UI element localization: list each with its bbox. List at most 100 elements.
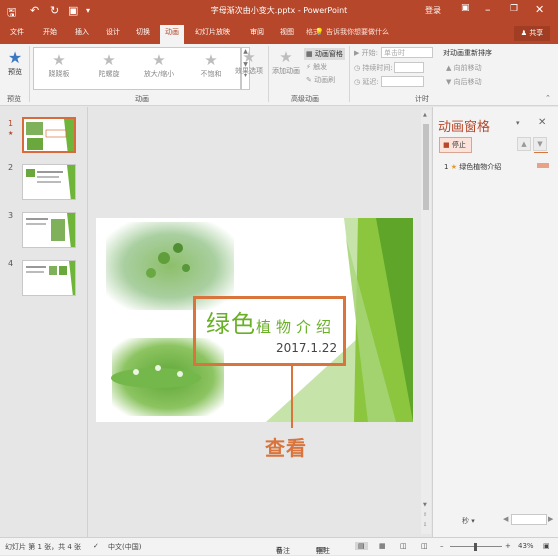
stop-icon: ■	[443, 141, 450, 149]
zoom-in-icon[interactable]: +	[505, 542, 511, 550]
painter-label: 动画刷	[314, 76, 336, 84]
collapse-ribbon-icon[interactable]: ⌃	[545, 94, 551, 102]
reading-view-icon[interactable]: ◫	[400, 542, 407, 550]
animation-pane-icon: ▦	[306, 50, 313, 58]
animation-grow-shrink[interactable]: ★ 放大/缩小	[137, 51, 181, 89]
tell-me-search[interactable]: 💡 告诉我你想要做什么	[315, 27, 389, 37]
pane-options-icon[interactable]: ▾	[516, 119, 520, 127]
thumb-number: 2	[8, 163, 14, 172]
animation-teeter[interactable]: ★ 跷跷板	[37, 51, 81, 89]
person-icon: ♟	[520, 29, 528, 37]
tab-insert[interactable]: 插入	[75, 27, 89, 37]
animation-label: 跷跷板	[48, 70, 70, 78]
share-button[interactable]: ♟ 共享	[514, 26, 550, 41]
zoom-level[interactable]: 43%	[518, 542, 534, 550]
down-arrow-icon: ▼	[537, 140, 543, 148]
time-unit-label: 秒 ▾	[462, 517, 475, 525]
slide-scrollbar[interactable]: ▲ ▼ ⇧ ⇩	[421, 110, 431, 534]
effect-options-label: 效果选项	[235, 67, 263, 75]
start-label: ▶ 开始:	[354, 48, 378, 58]
add-animation-label: 添加动画	[272, 67, 300, 75]
preview-group-label: 预览	[7, 95, 21, 103]
move-up-button[interactable]: ▲	[517, 137, 531, 151]
slide-thumbnail-1[interactable]	[22, 117, 76, 153]
next-slide-icon[interactable]: ⇩	[423, 522, 427, 528]
thumb-animation-marker: ★	[8, 130, 14, 137]
stop-label: 停止	[451, 141, 466, 149]
animation-list-item[interactable]: 1 ★ 绿色植物介绍	[444, 162, 501, 172]
tab-animations[interactable]: 动画	[160, 25, 184, 44]
zoom-slider-thumb[interactable]	[474, 543, 477, 551]
callout-highlight-box	[193, 296, 346, 366]
delay-label: ◷ 延迟:	[354, 77, 379, 87]
slide-thumbnail-2[interactable]	[22, 164, 76, 200]
add-animation-button[interactable]: ★ 添加动画	[271, 48, 301, 76]
timeline-scrollbar[interactable]	[511, 514, 547, 525]
down-arrow-icon: ▼	[446, 78, 452, 86]
tab-slideshow[interactable]: 幻灯片放映	[195, 27, 230, 37]
slide-sorter-icon[interactable]: ▦	[379, 542, 386, 550]
language-indicator[interactable]: 中文(中国)	[108, 542, 141, 552]
thumb-number: 1	[8, 119, 14, 128]
delay-field[interactable]	[381, 76, 424, 87]
minimize-icon[interactable]: –	[485, 3, 491, 16]
animation-label: 陀螺旋	[98, 70, 120, 78]
duration-label: ◷ 持续时间:	[354, 63, 393, 73]
group-separator	[268, 46, 269, 102]
preview-button[interactable]: ★ 预览	[4, 48, 26, 77]
scroll-up-icon[interactable]: ▲	[423, 112, 427, 118]
close-icon[interactable]: ✕	[538, 117, 546, 128]
scroll-thumb[interactable]	[423, 124, 429, 210]
thumbnail-preview	[23, 165, 75, 199]
close-icon[interactable]: ✕	[535, 3, 544, 16]
animation-desaturate[interactable]: ★ 不饱和	[189, 51, 233, 89]
tab-design[interactable]: 设计	[106, 27, 120, 37]
animation-pane-title: 动画窗格	[438, 120, 491, 135]
move-later-button[interactable]: ▼ 向后移动	[446, 77, 482, 87]
login-link[interactable]: 登录	[425, 5, 441, 16]
animation-painter-button[interactable]: ✎ 动画刷	[306, 75, 335, 85]
slide-thumbnail-4[interactable]	[22, 260, 76, 296]
slideshow-icon[interactable]: ◫	[421, 542, 428, 550]
star-icon: ★	[52, 51, 66, 69]
reorder-title: 对动画重新排序	[443, 49, 492, 57]
tab-home[interactable]: 开始	[43, 27, 57, 37]
spell-check-icon[interactable]: ✓	[93, 542, 99, 550]
duration-text: 持续时间:	[362, 64, 393, 72]
tab-file[interactable]: 文件	[10, 27, 24, 37]
slide-count: 幻灯片 第 1 张，共 4 张	[5, 543, 82, 551]
effect-options-icon: ★	[242, 48, 256, 66]
animation-spin[interactable]: ★ 陀螺旋	[87, 51, 131, 89]
tab-review[interactable]: 审阅	[250, 27, 264, 37]
scroll-right-icon[interactable]: ▶	[548, 515, 553, 523]
animation-label: 不饱和	[200, 70, 222, 78]
time-label: 秒	[462, 517, 469, 525]
start-value: 单击时	[384, 49, 405, 57]
previous-slide-icon[interactable]: ⇧	[423, 512, 427, 518]
star-icon: ★	[152, 51, 166, 69]
duration-field[interactable]	[394, 62, 424, 73]
fit-to-window-icon[interactable]: ▣	[543, 542, 550, 550]
animation-label: 放大/缩小	[143, 70, 175, 78]
scroll-left-icon[interactable]: ◀	[503, 515, 508, 523]
callout-line	[291, 366, 293, 428]
group-separator	[349, 46, 350, 102]
tab-view[interactable]: 视图	[280, 27, 294, 37]
animation-name: 绿色植物介绍	[459, 163, 502, 171]
ribbon-display-options-icon[interactable]: ▣	[461, 3, 470, 13]
start-dropdown[interactable]: 单击时	[381, 47, 433, 58]
slide-thumbnail-3[interactable]	[22, 212, 76, 248]
animation-pane-toggle[interactable]: ▦ 动画窗格	[304, 48, 345, 60]
move-earlier-label: 向前移动	[453, 64, 482, 72]
preview-star-icon: ★	[7, 48, 23, 67]
zoom-out-icon[interactable]: –	[440, 542, 444, 550]
effect-options-button[interactable]: ★ 效果选项	[232, 48, 266, 76]
trigger-button[interactable]: ⚡ 触发	[306, 62, 327, 72]
move-earlier-button[interactable]: ▲ 向前移动	[446, 63, 482, 73]
scroll-down-icon[interactable]: ▼	[423, 502, 427, 508]
normal-view-icon[interactable]: ▤	[355, 542, 368, 550]
stop-button[interactable]: ■ 停止	[439, 137, 472, 153]
restore-icon[interactable]: ❐	[510, 4, 518, 14]
move-down-button[interactable]: ▼	[533, 137, 547, 151]
tab-transitions[interactable]: 切换	[136, 27, 150, 37]
